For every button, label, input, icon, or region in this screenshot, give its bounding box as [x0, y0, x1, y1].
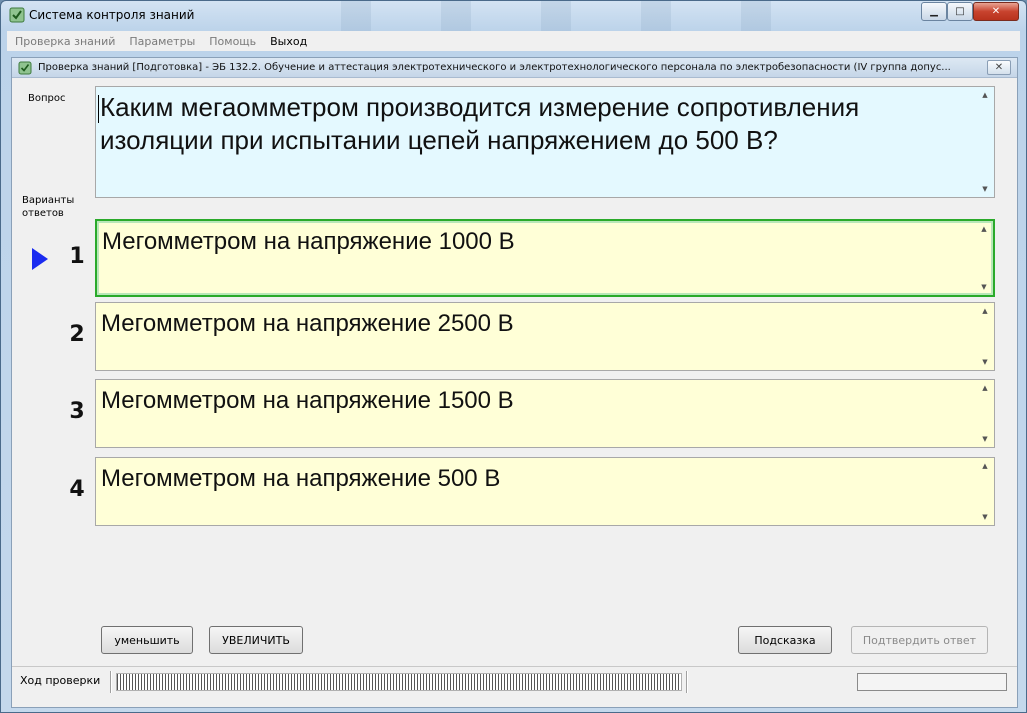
answer-text: Мегомметром на напряжение 1000 В [102, 228, 515, 255]
text-caret [98, 95, 99, 123]
question-label: Вопрос [28, 93, 66, 104]
progress-label: Ход проверки [20, 674, 101, 687]
hint-button[interactable]: Подсказка [738, 626, 832, 654]
status-field [857, 673, 1007, 691]
confirm-answer-button[interactable]: Подтвердить ответ [851, 626, 988, 654]
answer-option-4[interactable]: Мегомметром на напряжение 500 В ▲ ▼ [95, 457, 995, 526]
app-icon [9, 7, 25, 23]
answer-option-3[interactable]: Мегомметром на напряжение 1500 В ▲ ▼ [95, 379, 995, 448]
increase-font-button[interactable]: УВЕЛИЧИТЬ [209, 626, 303, 654]
test-window-title: Проверка знаний [Подготовка] - ЭБ 132.2.… [38, 62, 951, 73]
answer-scrollbar[interactable]: ▲ ▼ [978, 305, 992, 368]
test-window-close-button[interactable]: ✕ [987, 60, 1011, 75]
scroll-up-icon[interactable]: ▲ [980, 91, 990, 99]
minimize-button[interactable]: ▁ [921, 2, 947, 21]
answer-text: Мегомметром на напряжение 2500 В [101, 310, 514, 337]
scroll-down-icon[interactable]: ▼ [980, 358, 990, 366]
answers-label: Варианты ответов [22, 194, 74, 220]
progress-bar [116, 673, 682, 691]
scroll-up-icon[interactable]: ▲ [979, 225, 989, 233]
status-divider [686, 671, 688, 693]
test-window: Проверка знаний [Подготовка] - ЭБ 132.2.… [11, 57, 1018, 708]
answer-number: 1 [69, 244, 85, 269]
answer-scrollbar[interactable]: ▲ ▼ [978, 382, 992, 445]
question-text: Каким мегаомметром производится измерени… [100, 92, 860, 155]
answer-number: 2 [69, 322, 85, 347]
question-scrollbar[interactable]: ▲ ▼ [978, 89, 992, 195]
scroll-up-icon[interactable]: ▲ [980, 384, 990, 392]
answer-text: Мегомметром на напряжение 500 В [101, 465, 501, 492]
test-window-title-bar: Проверка знаний [Подготовка] - ЭБ 132.2.… [12, 58, 1017, 78]
menu-item-knowledge-check[interactable]: Проверка знаний [15, 35, 115, 48]
status-bar: Ход проверки [12, 666, 1017, 693]
close-button[interactable]: ✕ [973, 2, 1019, 21]
title-bar-decoration [301, 1, 801, 31]
status-divider [110, 671, 112, 693]
question-box[interactable]: Каким мегаомметром производится измерени… [95, 86, 995, 198]
answer-scrollbar[interactable]: ▲ ▼ [977, 223, 991, 293]
test-window-icon [18, 61, 32, 75]
answers-label-line1: Варианты [22, 195, 75, 206]
answer-text: Мегомметром на напряжение 1500 В [101, 387, 514, 414]
scroll-up-icon[interactable]: ▲ [980, 462, 990, 470]
menu-bar: Проверка знаний Параметры Помощь Выход [7, 31, 1020, 51]
title-bar: Система контроля знаний ▁ □ ✕ [1, 1, 1026, 31]
answer-option-2[interactable]: Мегомметром на напряжение 2500 В ▲ ▼ [95, 302, 995, 371]
scroll-up-icon[interactable]: ▲ [980, 307, 990, 315]
decrease-font-button[interactable]: уменьшить [101, 626, 193, 654]
answer-number: 4 [69, 477, 85, 502]
answers-label-line2: ответов [22, 208, 64, 219]
menu-item-exit[interactable]: Выход [270, 35, 307, 48]
window-title: Система контроля знаний [29, 8, 195, 22]
answer-option-1[interactable]: Мегомметром на напряжение 1000 В ▲ ▼ [95, 219, 995, 297]
current-answer-pointer-icon [32, 248, 48, 270]
maximize-button[interactable]: □ [947, 2, 973, 21]
scroll-down-icon[interactable]: ▼ [980, 435, 990, 443]
scroll-down-icon[interactable]: ▼ [980, 513, 990, 521]
answer-number: 3 [69, 399, 85, 424]
menu-item-help[interactable]: Помощь [209, 35, 256, 48]
scroll-down-icon[interactable]: ▼ [980, 185, 990, 193]
menu-item-parameters[interactable]: Параметры [129, 35, 195, 48]
scroll-down-icon[interactable]: ▼ [979, 283, 989, 291]
answer-scrollbar[interactable]: ▲ ▼ [978, 460, 992, 523]
app-window: Система контроля знаний ▁ □ ✕ Проверка з… [0, 0, 1027, 713]
